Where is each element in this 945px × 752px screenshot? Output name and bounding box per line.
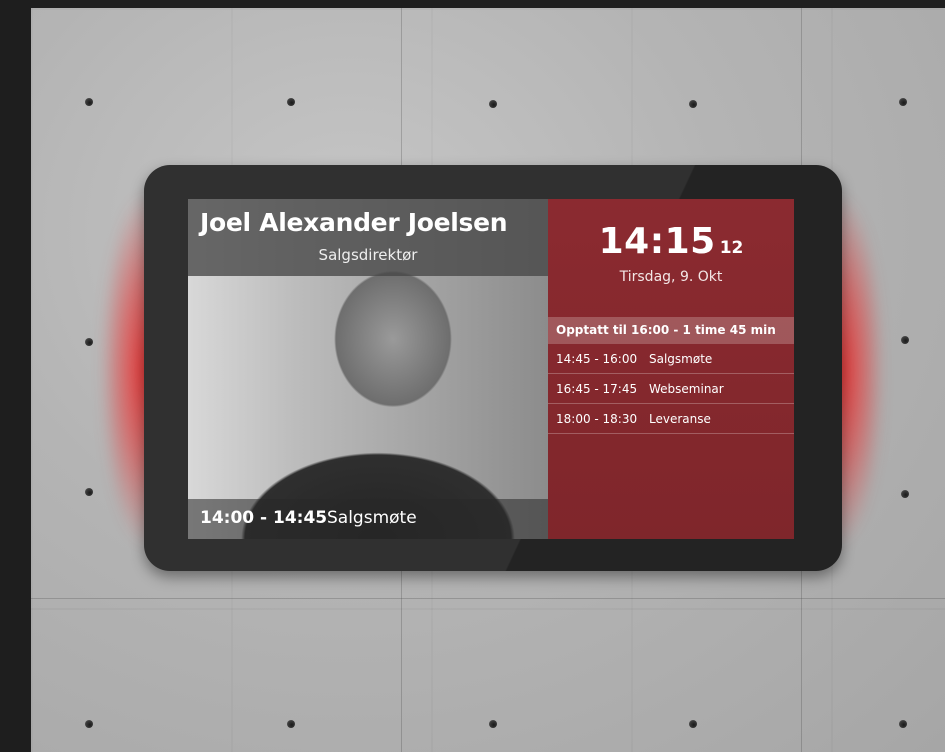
schedule-item-time: 16:45 - 17:45 [556,382,638,396]
name-band: Joel Alexander Joelsen Salgsdirektør [188,199,548,276]
wall-hole [689,720,697,728]
wall-hole [287,720,295,728]
schedule-item[interactable]: 14:45 - 16:00 Salgsmøte [548,344,794,374]
wall-hole [689,100,697,108]
status-badge: Opptatt til 16:00 - 1 time 45 min [548,317,794,344]
display-screen: Joel Alexander Joelsen Salgsdirektør 14:… [188,199,794,539]
wall-hole [287,98,295,106]
wall-hole [901,336,909,344]
schedule-item[interactable]: 18:00 - 18:30 Leveranse [548,404,794,434]
person-photo: Joel Alexander Joelsen Salgsdirektør 14:… [188,199,548,539]
wall-hole [85,720,93,728]
wall-hole [899,720,907,728]
wall-hole [489,100,497,108]
schedule-item-time: 18:00 - 18:30 [556,412,638,426]
wall-hole [901,490,909,498]
current-meeting-name: Salgsmøte [327,508,417,528]
clock: 14:15 12 [548,221,794,262]
clock-time: 14:15 [598,221,716,262]
date-label: Tirsdag, 9. Okt [619,269,723,285]
wall-hole [85,488,93,496]
schedule-item[interactable]: 16:45 - 17:45 Webseminar [548,374,794,404]
person-title: Salgsdirektør [318,246,418,264]
schedule-item-name: Webseminar [649,382,724,396]
person-name: Joel Alexander Joelsen [200,208,508,237]
wall-hole [85,338,93,346]
current-meeting-time: 14:00 - 14:45 [200,508,328,528]
schedule-item-name: Salgsmøte [649,352,713,366]
clock-seconds: 12 [719,238,744,258]
schedule-panel: 14:15 12 Tirsdag, 9. Okt Opptatt til 16:0… [548,199,794,539]
room-display-device: Joel Alexander Joelsen Salgsdirektør 14:… [144,165,842,571]
current-meeting[interactable]: 14:00 - 14:45 Salgsmøte [188,499,548,539]
wall-hole [489,720,497,728]
schedule-item-name: Leveranse [649,412,711,426]
wall-seam [31,598,945,599]
schedule-item-time: 14:45 - 16:00 [556,352,638,366]
wall-hole [899,98,907,106]
wall-hole [85,98,93,106]
